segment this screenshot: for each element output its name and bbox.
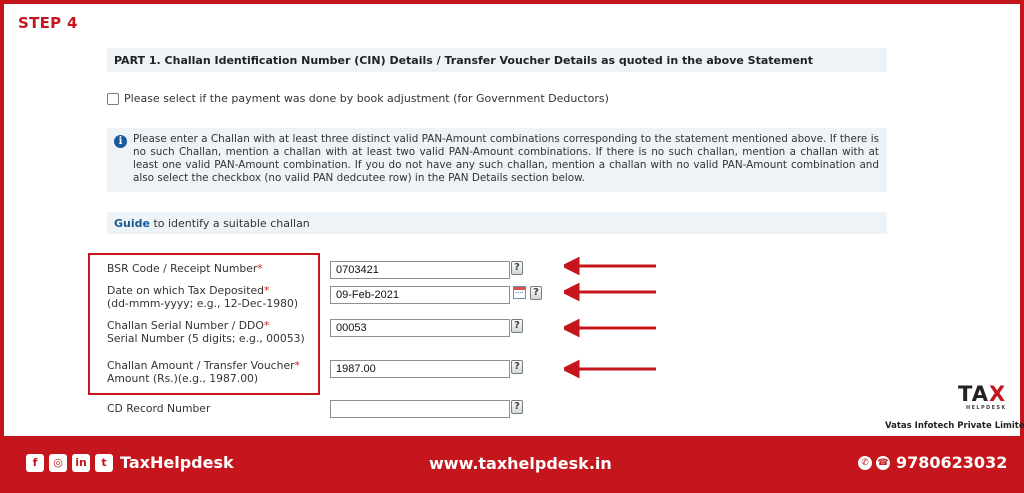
content-frame: STEP 4 PART 1. Challan Identification Nu… bbox=[4, 4, 1024, 436]
guide-link[interactable]: Guide bbox=[114, 217, 150, 230]
guide-rest: to identify a suitable challan bbox=[149, 217, 310, 230]
required-marker: * bbox=[263, 319, 270, 332]
required-marker: * bbox=[294, 359, 300, 372]
arrow-icon bbox=[564, 282, 656, 302]
guide-text: Guide to identify a suitable challan bbox=[114, 217, 310, 230]
facebook-icon[interactable]: f bbox=[26, 453, 44, 472]
info-box: i Please enter a Challan with at least t… bbox=[107, 128, 887, 192]
challan-serial-label: Challan Serial Number / DDO* Serial Numbe… bbox=[107, 319, 305, 345]
arrow-icon bbox=[564, 318, 656, 338]
phone-icon[interactable]: ☎ bbox=[876, 455, 890, 470]
challan-amount-input[interactable] bbox=[330, 360, 510, 378]
guide-bar: Guide to identify a suitable challan bbox=[107, 212, 887, 234]
arrow-icon bbox=[564, 256, 656, 276]
date-deposited-input[interactable] bbox=[330, 286, 510, 304]
info-text: Please enter a Challan with at least thr… bbox=[133, 133, 879, 184]
cd-record-label: CD Record Number bbox=[107, 402, 211, 415]
twitter-icon[interactable]: t bbox=[95, 453, 113, 472]
brand-name: TaxHelpdesk bbox=[120, 453, 234, 472]
phone-number[interactable]: 9780623032 bbox=[896, 453, 1007, 472]
help-icon[interactable]: ? bbox=[530, 286, 542, 300]
challan-amount-label: Challan Amount / Transfer Voucher* Amount… bbox=[107, 359, 300, 385]
whatsapp-icon[interactable]: ✆ bbox=[858, 455, 872, 470]
help-icon[interactable]: ? bbox=[511, 261, 523, 275]
info-icon: i bbox=[114, 135, 127, 148]
challan-serial-input[interactable] bbox=[330, 319, 510, 337]
linkedin-icon[interactable]: in bbox=[72, 453, 90, 472]
calendar-icon[interactable] bbox=[513, 286, 526, 299]
company-name: Vatas Infotech Private Limited bbox=[885, 421, 1024, 431]
pointer-arrows bbox=[564, 256, 656, 379]
help-icon[interactable]: ? bbox=[511, 360, 523, 374]
cd-record-input[interactable] bbox=[330, 400, 510, 418]
book-adjustment-label: Please select if the payment was done by… bbox=[124, 92, 609, 105]
help-icon[interactable]: ? bbox=[511, 400, 523, 414]
help-icon[interactable]: ? bbox=[511, 319, 523, 333]
instagram-icon[interactable]: ◎ bbox=[49, 453, 67, 472]
part-header-text: PART 1. Challan Identification Number (C… bbox=[114, 54, 814, 67]
book-adjustment-row: Please select if the payment was done by… bbox=[107, 92, 609, 105]
arrow-icon bbox=[564, 359, 656, 379]
footer-bar: f ◎ in t TaxHelpdesk www.taxhelpdesk.in … bbox=[0, 436, 1024, 493]
step-title: STEP 4 bbox=[18, 14, 78, 32]
bsr-code-label: BSR Code / Receipt Number* bbox=[107, 262, 263, 275]
required-marker: * bbox=[264, 284, 270, 297]
date-deposited-label: Date on which Tax Deposited* (dd-mmm-yyyy… bbox=[107, 284, 299, 310]
bsr-code-input[interactable] bbox=[330, 261, 510, 279]
social-links: f ◎ in t TaxHelpdesk bbox=[26, 453, 234, 472]
phone-contact: ✆ ☎ 9780623032 bbox=[858, 453, 1007, 472]
taxhelpdesk-logo: TAX HELPDESK bbox=[958, 382, 1007, 411]
required-marker: * bbox=[257, 262, 263, 275]
website-link[interactable]: www.taxhelpdesk.in bbox=[429, 454, 612, 473]
part-header-bar: PART 1. Challan Identification Number (C… bbox=[107, 48, 887, 72]
book-adjustment-checkbox[interactable] bbox=[107, 92, 119, 105]
